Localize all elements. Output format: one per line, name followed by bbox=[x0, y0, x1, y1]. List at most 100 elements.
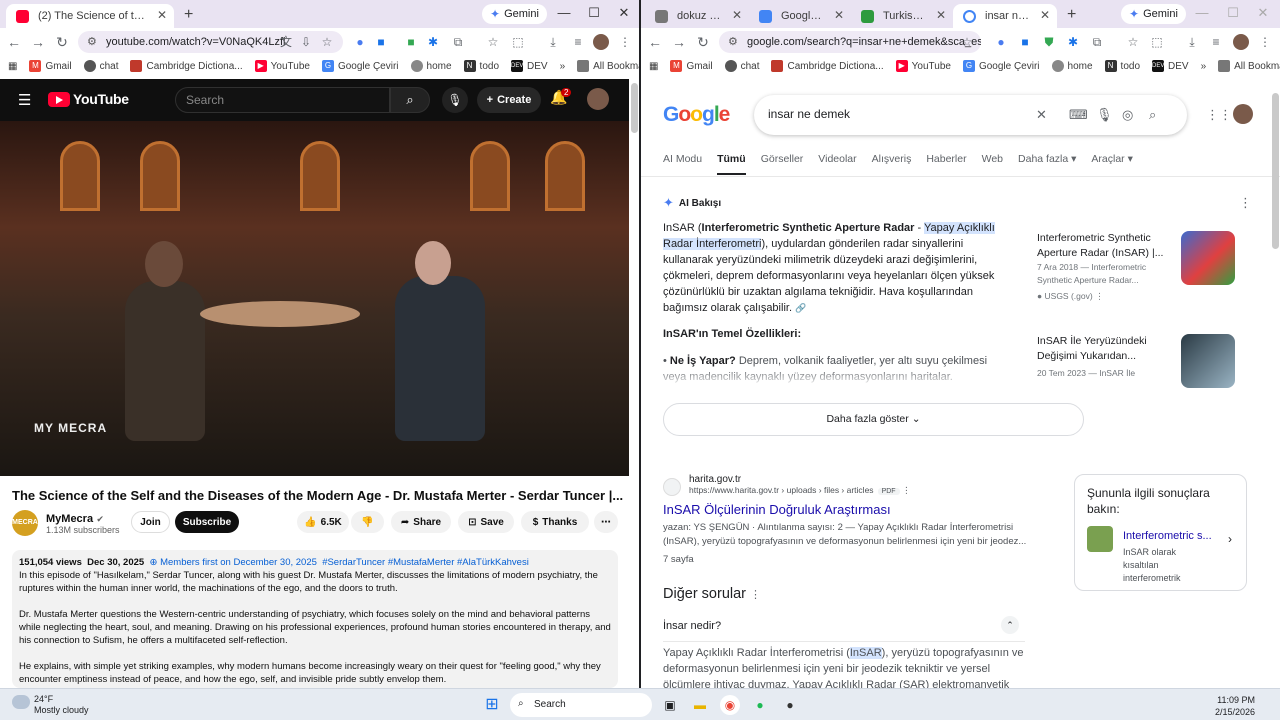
reading-list-icon[interactable]: ☆ bbox=[485, 34, 501, 50]
result-title-link[interactable]: InSAR Ölçülerinin Doğruluk Araştırması bbox=[663, 502, 1029, 517]
save-button[interactable]: ⊡ Save bbox=[458, 511, 514, 533]
profile-avatar[interactable] bbox=[1233, 34, 1249, 50]
extension-icon[interactable]: ■ bbox=[373, 34, 389, 50]
chevron-up-icon[interactable]: ⌃ bbox=[1001, 616, 1019, 634]
all-bookmarks[interactable]: All Bookmarks bbox=[577, 60, 639, 72]
more-options-icon[interactable]: ⋮ bbox=[750, 589, 761, 601]
bookmark-cambridge[interactable]: Cambridge Dictiona... bbox=[771, 60, 884, 72]
tab-images[interactable]: Görseller bbox=[761, 153, 804, 175]
related-link[interactable]: Interferometric s... bbox=[1123, 530, 1212, 542]
spotify-icon[interactable]: ● bbox=[750, 695, 770, 715]
apps-grid-icon[interactable]: ▦ bbox=[8, 61, 17, 72]
chrome-icon[interactable]: ◉ bbox=[720, 695, 740, 715]
minimize-button[interactable]: — bbox=[549, 5, 579, 20]
bookmark-gmail[interactable]: M Gmail bbox=[670, 60, 713, 72]
show-more-button[interactable]: Daha fazla göster ⌄ bbox=[663, 403, 1084, 436]
avatar[interactable] bbox=[587, 88, 609, 110]
extension-icon[interactable]: ■ bbox=[1017, 34, 1033, 50]
extensions-puzzle-icon[interactable]: ⧉ bbox=[1089, 34, 1105, 50]
youtube-search-input[interactable]: Search bbox=[175, 87, 390, 113]
tab-youtube[interactable]: (2) The Science of the Self a ✕ bbox=[6, 4, 174, 28]
profile-avatar[interactable] bbox=[593, 34, 609, 50]
address-bar[interactable]: ⚙ google.com/search?q=insar+ne+demek&sca… bbox=[719, 31, 981, 53]
bookmark-home[interactable]: home bbox=[1051, 60, 1093, 72]
menu-kebab-icon[interactable]: ⋮ bbox=[1257, 34, 1273, 50]
close-window-button[interactable]: ✕ bbox=[1248, 5, 1278, 21]
extension-icon[interactable]: ● bbox=[993, 34, 1009, 50]
more-options-icon[interactable]: ⋮ bbox=[902, 485, 911, 495]
faq-question[interactable]: İnsar nedir? bbox=[663, 620, 1023, 632]
extension-icon[interactable]: ⛊ bbox=[1041, 34, 1057, 50]
bookmark-chat[interactable]: chat bbox=[724, 60, 759, 72]
join-button[interactable]: Join bbox=[131, 511, 170, 533]
more-options-icon[interactable]: ⋮ bbox=[1095, 291, 1104, 301]
video-player[interactable]: MY MECRA bbox=[0, 121, 629, 476]
gemini-button[interactable]: ✦ Gemini bbox=[482, 4, 547, 24]
download-icon[interactable]: ⤓ bbox=[545, 34, 561, 50]
video-description[interactable]: 151,054 views Dec 30, 2025 ⊕ Members fir… bbox=[12, 550, 618, 688]
bookmark-google-translate[interactable]: G Google Çeviri bbox=[962, 60, 1040, 72]
minimize-button[interactable]: — bbox=[1187, 5, 1217, 20]
taskbar-search[interactable]: ⌕ Search bbox=[510, 693, 652, 717]
file-explorer-icon[interactable]: ▬ bbox=[690, 695, 710, 715]
bookmark-chat[interactable]: chat bbox=[83, 60, 118, 72]
link-icon[interactable]: 🔗 bbox=[795, 303, 806, 313]
download-icon[interactable]: ⤓ bbox=[1184, 34, 1200, 50]
avatar[interactable] bbox=[1233, 104, 1253, 124]
extensions-puzzle-icon[interactable]: ⧉ bbox=[450, 34, 466, 50]
extension-icon[interactable]: ● bbox=[352, 34, 368, 50]
tab-dokuz-katli[interactable]: dokuz katlı insa✕ bbox=[645, 4, 749, 28]
hashtags[interactable]: #SerdarTuncer #MustafaMerter #AlaTürkKah… bbox=[322, 557, 529, 568]
like-button[interactable]: 👍 6.5K bbox=[297, 511, 349, 533]
system-clock[interactable]: 11:09 PM 2/15/2026 bbox=[1215, 694, 1255, 718]
more-options-icon[interactable]: ⋮ bbox=[1239, 195, 1252, 211]
bookmark-star-icon[interactable]: ☆ bbox=[319, 34, 335, 50]
tab-tools[interactable]: Araçlar ▾ bbox=[1091, 153, 1132, 175]
tab-all[interactable]: Tümü bbox=[717, 153, 746, 175]
bookmark-youtube[interactable]: ▶ YouTube bbox=[254, 60, 310, 72]
bookmark-cambridge[interactable]: Cambridge Dictiona... bbox=[130, 60, 243, 72]
google-logo[interactable]: Google bbox=[663, 103, 730, 127]
bookmark-gmail[interactable]: M Gmail bbox=[29, 60, 72, 72]
tab-web[interactable]: Web bbox=[982, 153, 1003, 175]
close-tab-icon[interactable]: ✕ bbox=[834, 8, 844, 22]
ai-source-card[interactable]: InSAR İle Yeryüzündeki Değişimi Yukarıda… bbox=[1037, 334, 1245, 390]
tab-shopping[interactable]: Alışveriş bbox=[872, 153, 912, 175]
bookmark-home[interactable]: home bbox=[410, 60, 452, 72]
close-tab-icon[interactable]: ✕ bbox=[157, 8, 167, 22]
search-icon[interactable]: ⌕ bbox=[390, 87, 430, 113]
bookmark-star-icon[interactable]: ☆ bbox=[959, 34, 975, 50]
menu-kebab-icon[interactable]: ⋮ bbox=[617, 34, 633, 50]
thanks-button[interactable]: $ Thanks bbox=[521, 511, 589, 533]
extension-icon[interactable]: ✱ bbox=[425, 34, 441, 50]
screenshot-icon[interactable]: ⬚ bbox=[1149, 34, 1165, 50]
subscribe-button[interactable]: Subscribe bbox=[175, 511, 239, 533]
extension-icon[interactable]: ■ bbox=[403, 34, 419, 50]
bookmark-todo[interactable]: Ntodo bbox=[1104, 60, 1140, 72]
reload-icon[interactable]: ↻ bbox=[50, 34, 74, 51]
windows-start-icon[interactable]: ⊞ bbox=[482, 695, 502, 715]
chevron-right-icon[interactable]: › bbox=[1228, 532, 1232, 546]
microphone-icon[interactable]: 🎙 bbox=[1096, 107, 1113, 123]
bookmark-dev[interactable]: DEV DEV bbox=[511, 60, 548, 72]
new-tab-button[interactable]: + bbox=[174, 4, 203, 28]
tab-ai-mode[interactable]: AI Modu bbox=[663, 153, 702, 175]
microphone-icon[interactable]: 🎙 bbox=[442, 87, 468, 113]
lens-icon[interactable]: ◎ bbox=[1122, 107, 1133, 123]
maximize-button[interactable]: ☐ bbox=[1218, 5, 1248, 21]
reading-list-icon[interactable]: ☆ bbox=[1125, 34, 1141, 50]
clear-icon[interactable]: ✕ bbox=[1036, 107, 1047, 123]
maximize-button[interactable]: ☐ bbox=[579, 5, 609, 21]
hamburger-menu-icon[interactable]: ☰ bbox=[18, 91, 31, 109]
site-info-icon[interactable]: ⚙ bbox=[728, 35, 738, 48]
page-scrollbar[interactable] bbox=[631, 83, 638, 133]
bookmark-dev[interactable]: DEV DEV bbox=[1152, 60, 1189, 72]
forward-icon[interactable]: → bbox=[26, 34, 50, 50]
channel-avatar[interactable]: MECRA bbox=[12, 510, 38, 536]
apps-grid-icon[interactable]: ⋮⋮ bbox=[1206, 107, 1232, 123]
media-icon[interactable]: ≡ bbox=[570, 34, 586, 50]
back-icon[interactable]: ← bbox=[643, 34, 667, 50]
close-window-button[interactable]: ✕ bbox=[609, 5, 639, 21]
app-icon[interactable]: ● bbox=[780, 695, 800, 715]
tab-more[interactable]: Daha fazla ▾ bbox=[1018, 153, 1076, 175]
